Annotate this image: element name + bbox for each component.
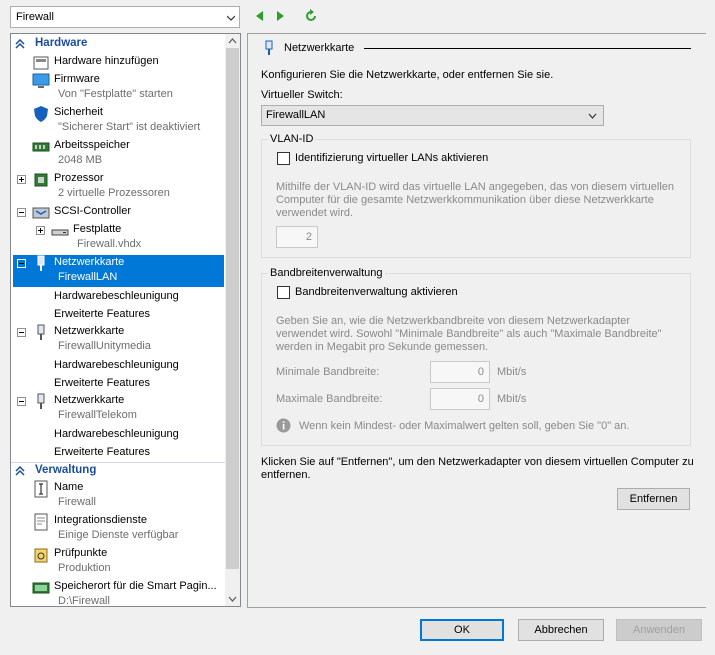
tree-sub-security: "Sicherer Start" ist deaktiviert xyxy=(58,121,201,133)
tree-sub-network-adapter-2: FirewallUnitymedia xyxy=(58,340,151,352)
add-hardware-icon xyxy=(33,56,49,70)
category-management[interactable]: Verwaltung xyxy=(11,462,226,478)
bandwidth-info-text: Wenn kein Mindest- oder Maximalwert gelt… xyxy=(299,420,630,432)
scsi-controller-icon xyxy=(32,207,50,219)
category-hardware[interactable]: Hardware xyxy=(11,36,226,52)
switch-label: Virtueller Switch: xyxy=(261,89,343,101)
title-divider xyxy=(364,48,691,49)
collapse-up-icon xyxy=(15,466,25,476)
network-adapter-icon xyxy=(37,255,45,271)
vm-selector[interactable]: Firewall xyxy=(10,6,240,28)
collapse-minus-icon[interactable] xyxy=(17,328,26,337)
bandwidth-checkbox-label[interactable]: Bandbreitenverwaltung aktivieren xyxy=(295,286,458,298)
collapse-up-icon xyxy=(15,39,25,49)
tree-item-checkpoints[interactable]: Prüfpunkte xyxy=(54,547,107,563)
refresh-icon[interactable] xyxy=(304,9,318,23)
memory-icon xyxy=(32,142,50,152)
tree-item-network-adapter-2[interactable]: Netzwerkkarte xyxy=(54,325,124,341)
intro-text: Konfigurieren Sie die Netzwerkkarte, ode… xyxy=(261,69,554,81)
vm-selector-value: Firewall xyxy=(16,11,54,23)
tree-sub-firmware: Von "Festplatte" starten xyxy=(58,88,173,100)
bandwidth-description: Geben Sie an, wie die Netzwerkbandbreite… xyxy=(276,315,662,353)
collapse-minus-icon[interactable] xyxy=(17,397,26,406)
scroll-up-icon[interactable] xyxy=(228,37,237,46)
min-bandwidth-input[interactable]: 0 xyxy=(430,361,490,383)
tree-item-hard-disk[interactable]: Festplatte xyxy=(73,223,121,239)
ok-button[interactable]: OK xyxy=(420,619,504,641)
tree-item-network-adapter-3[interactable]: Netzwerkkarte xyxy=(54,394,124,410)
tree-sub-network-adapter-1: FirewallLAN xyxy=(58,271,118,283)
back-arrow-icon[interactable] xyxy=(253,9,267,23)
scroll-down-icon[interactable] xyxy=(228,594,237,603)
processor-icon xyxy=(34,173,48,187)
expand-plus-icon[interactable] xyxy=(17,175,26,184)
smart-paging-icon xyxy=(32,582,50,594)
tree-item-firmware[interactable]: Firmware xyxy=(54,73,100,89)
network-adapter-icon xyxy=(37,324,45,340)
tree-sub-checkpoints: Produktion xyxy=(58,562,111,574)
tree-item-memory[interactable]: Arbeitsspeicher xyxy=(54,139,130,155)
vlan-checkbox[interactable] xyxy=(277,152,290,165)
min-bandwidth-unit: Mbit/s xyxy=(497,366,527,378)
apply-button[interactable]: Anwenden xyxy=(616,619,702,641)
remove-instructions: Klicken Sie auf "Entfernen", um den Netz… xyxy=(261,456,694,481)
min-bandwidth-label: Minimale Bandbreite: xyxy=(276,366,380,378)
tree-sub-smart-paging: D:\Firewall xyxy=(58,595,110,607)
chevron-down-icon xyxy=(588,113,597,119)
tree-item-hw-acceleration-2[interactable]: Hardwarebeschleunigung xyxy=(54,359,179,375)
hard-disk-icon xyxy=(51,229,69,236)
cancel-button[interactable]: Abbrechen xyxy=(518,619,604,641)
tree-item-advanced-features-3[interactable]: Erweiterte Features xyxy=(54,446,150,462)
tree-item-hw-acceleration-3[interactable]: Hardwarebeschleunigung xyxy=(54,428,179,444)
scrollbar-thumb[interactable] xyxy=(226,48,239,569)
max-bandwidth-unit: Mbit/s xyxy=(497,393,527,405)
name-icon xyxy=(34,480,48,498)
vlan-group-title: VLAN-ID xyxy=(268,133,316,145)
forward-arrow-icon[interactable] xyxy=(273,9,287,23)
tree-sub-memory: 2048 MB xyxy=(58,154,103,166)
tree-sub-integration-services: Einige Dienste verfügbar xyxy=(58,529,179,541)
settings-panel: Netzwerkkarte Konfigurieren Sie die Netz… xyxy=(247,33,706,608)
tree-sub-hard-disk: Firewall.vhdx xyxy=(77,238,142,250)
checkpoints-icon xyxy=(34,548,48,563)
max-bandwidth-label: Maximale Bandbreite: xyxy=(276,393,383,405)
virtual-switch-value: FirewallLAN xyxy=(266,109,326,121)
tree-item-processor[interactable]: Prozessor xyxy=(54,172,104,188)
tree-scrollbar[interactable] xyxy=(225,34,240,606)
vlan-description: Mithilfe der VLAN-ID wird das virtuelle … xyxy=(276,181,675,219)
tree-item-hw-acceleration-1[interactable]: Hardwarebeschleunigung xyxy=(54,290,179,306)
integration-services-icon xyxy=(34,513,48,531)
max-bandwidth-input[interactable]: 0 xyxy=(430,388,490,410)
panel-title: Netzwerkkarte xyxy=(284,42,355,54)
shield-icon xyxy=(34,106,48,122)
network-adapter-icon xyxy=(265,40,273,55)
bandwidth-checkbox[interactable] xyxy=(277,286,290,299)
tree-item-advanced-features-1[interactable]: Erweiterte Features xyxy=(54,308,150,324)
vlan-checkbox-label[interactable]: Identifizierung virtueller LANs aktivier… xyxy=(295,152,488,164)
tree-sub-name: Firewall xyxy=(58,496,96,508)
firmware-icon xyxy=(32,73,50,88)
chevron-down-icon xyxy=(227,15,235,21)
tree-item-advanced-features-2[interactable]: Erweiterte Features xyxy=(54,377,150,393)
tree-item-smart-paging[interactable]: Speicherort für die Smart Pagin... xyxy=(54,580,217,596)
network-adapter-icon xyxy=(37,393,45,409)
remove-button[interactable]: Entfernen xyxy=(617,488,690,510)
tree-item-name[interactable]: Name xyxy=(54,481,83,497)
virtual-switch-select[interactable]: FirewallLAN xyxy=(261,105,604,126)
collapse-minus-icon[interactable] xyxy=(17,208,26,217)
tree-sub-network-adapter-3: FirewallTelekom xyxy=(58,409,137,421)
vlan-id-input[interactable]: 2 xyxy=(276,226,318,248)
collapse-minus-icon[interactable] xyxy=(17,259,26,268)
bandwidth-group-title: Bandbreitenverwaltung xyxy=(268,267,385,279)
tree-item-scsi[interactable]: SCSI-Controller xyxy=(54,205,131,221)
tree-item-network-adapter-1[interactable]: Netzwerkkarte xyxy=(54,256,124,272)
tree-sub-processor: 2 virtuelle Prozessoren xyxy=(58,187,170,199)
settings-tree: Hardware Hardware hinzufügen Firmware Vo… xyxy=(10,33,241,607)
tree-item-add-hardware[interactable]: Hardware hinzufügen xyxy=(54,55,159,71)
tree-item-integration-services[interactable]: Integrationsdienste xyxy=(54,514,147,530)
tree-item-security[interactable]: Sicherheit xyxy=(54,106,103,122)
expand-plus-icon[interactable] xyxy=(36,226,45,235)
info-icon xyxy=(276,418,291,433)
